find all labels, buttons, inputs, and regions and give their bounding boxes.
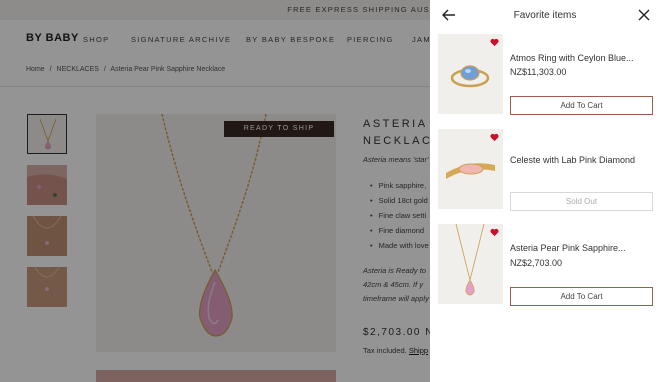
favorite-item-image[interactable] <box>438 129 503 209</box>
favorite-item-name[interactable]: Celeste with Lab Pink Diamond <box>510 155 655 165</box>
add-to-cart-button[interactable]: Add To Cart <box>510 287 653 306</box>
favorite-item-name[interactable]: Asteria Pear Pink Sapphire... <box>510 243 655 253</box>
drawer-title: Favorite items <box>513 10 577 21</box>
heart-icon[interactable] <box>490 133 499 142</box>
favorite-item-price: NZ$2,703.00 <box>510 258 563 268</box>
favorite-item-name[interactable]: Atmos Ring with Ceylon Blue... <box>510 53 655 63</box>
favorite-item-image[interactable] <box>438 34 503 114</box>
modal-overlay[interactable] <box>0 0 430 382</box>
favorite-item-image[interactable] <box>438 224 503 304</box>
favorites-drawer: Favorite items Atmos Ring with Ceylon Bl… <box>430 0 660 382</box>
sold-out-button: Sold Out <box>510 192 653 211</box>
favorite-item-price: NZ$11,303.00 <box>510 67 567 77</box>
heart-icon[interactable] <box>490 38 499 47</box>
heart-icon[interactable] <box>490 228 499 237</box>
close-icon[interactable] <box>635 6 653 24</box>
add-to-cart-button[interactable]: Add To Cart <box>510 96 653 115</box>
